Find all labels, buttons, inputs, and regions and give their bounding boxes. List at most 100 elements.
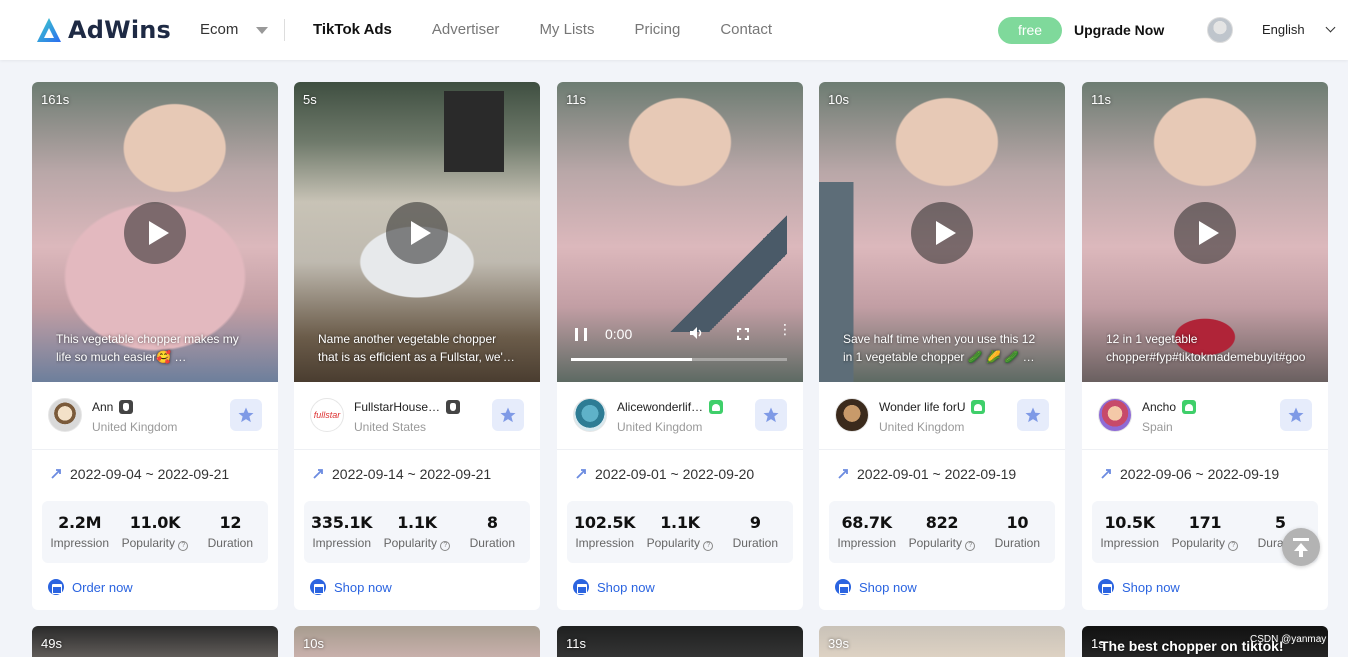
favorite-button[interactable] <box>230 399 262 431</box>
shop-link-label: Order now <box>72 579 133 595</box>
advertiser-country: United Kingdom <box>879 420 965 434</box>
stat-value: 2.2M <box>58 513 102 532</box>
help-icon[interactable]: ? <box>703 541 714 551</box>
fullscreen-icon[interactable] <box>737 328 749 340</box>
advertiser-name[interactable]: Ann <box>92 400 113 414</box>
video-controls: 0:00 ⋮ <box>571 322 793 366</box>
advertiser-name-row: Ann <box>92 400 134 414</box>
shop-icon <box>835 579 851 595</box>
help-icon[interactable]: ? <box>1228 541 1239 551</box>
favorite-button[interactable] <box>492 399 524 431</box>
nav-contact[interactable]: Contact <box>720 21 772 38</box>
brand-name: AdWins <box>68 16 172 44</box>
stat-popularity: 11.0K Popularity ? <box>117 501 192 563</box>
favorite-button[interactable] <box>755 399 787 431</box>
advertiser-country: United States <box>354 420 427 434</box>
stat-impression: 10.5K Impression <box>1092 501 1167 563</box>
stat-label: Impression <box>1100 536 1159 550</box>
favorite-button[interactable] <box>1017 399 1049 431</box>
stat-duration: 10 Duration <box>980 501 1055 563</box>
nav-tiktok-ads[interactable]: TikTok Ads <box>313 21 392 38</box>
stat-value: 102.5K <box>574 513 636 532</box>
shop-link[interactable]: Shop now <box>310 579 392 595</box>
shop-link[interactable]: Shop now <box>835 579 917 595</box>
advertiser-avatar[interactable] <box>573 398 607 432</box>
shop-link[interactable]: Shop now <box>573 579 655 595</box>
shop-icon <box>48 579 64 595</box>
help-icon[interactable]: ? <box>178 541 189 551</box>
video-thumbnail[interactable]: 5s Name another vegetable chopper that i… <box>294 82 540 382</box>
video-duration: 161s <box>41 92 70 107</box>
plan-badge[interactable]: free <box>998 17 1062 44</box>
advertiser-country: United Kingdom <box>617 420 703 434</box>
star-icon <box>763 407 779 423</box>
advertiser-avatar[interactable] <box>1098 398 1132 432</box>
brand-logo[interactable]: AdWins <box>36 16 171 44</box>
nav-divider <box>284 19 285 41</box>
shop-link-label: Shop now <box>597 579 655 595</box>
video-duration: 10s <box>303 636 324 651</box>
advertiser-avatar[interactable] <box>835 398 869 432</box>
ad-card[interactable]: 10s Save half time when you use this 12 … <box>819 82 1065 610</box>
stat-value: 1.1K <box>660 513 700 532</box>
help-icon[interactable]: ? <box>440 541 451 551</box>
play-icon[interactable] <box>124 202 186 264</box>
stat-label: Duration <box>469 536 515 550</box>
stat-value: 335.1K <box>311 513 373 532</box>
help-icon[interactable]: ? <box>965 541 976 551</box>
volume-icon[interactable] <box>689 326 703 340</box>
video-thumbnail[interactable]: 10s Save half time when you use this 12 … <box>819 82 1065 382</box>
stat-label: Duration <box>207 536 253 550</box>
star-icon <box>238 407 254 423</box>
adwins-logo-icon <box>37 18 61 42</box>
player-time: 0:00 <box>605 326 633 342</box>
advertiser-name-row: Ancho <box>1142 400 1197 414</box>
stat-label: Impression <box>575 536 634 550</box>
advertiser-info: Alicewonderlif… United Kingdom <box>557 382 803 450</box>
ad-card[interactable]: 161s This vegetable chopper makes my lif… <box>32 82 278 610</box>
play-icon[interactable] <box>1174 202 1236 264</box>
stat-duration: 8 Duration <box>455 501 530 563</box>
pause-icon[interactable] <box>575 328 587 341</box>
user-avatar[interactable] <box>1207 17 1233 43</box>
category-label: Ecom <box>200 21 239 38</box>
shop-link[interactable]: Order now <box>48 579 133 595</box>
progress-track[interactable] <box>571 358 787 361</box>
shop-link[interactable]: Shop now <box>1098 579 1180 595</box>
shop-link-label: Shop now <box>1122 579 1180 595</box>
nav-my-lists[interactable]: My Lists <box>539 21 594 38</box>
upgrade-now-link[interactable]: Upgrade Now <box>1074 22 1164 38</box>
video-thumbnail[interactable]: 11s 12 in 1 vegetable chopper#fyp#tiktok… <box>1082 82 1328 382</box>
stat-value: 11.0K <box>129 513 181 532</box>
advertiser-name[interactable]: Alicewonderlif… <box>617 400 703 414</box>
video-thumbnail[interactable]: 161s This vegetable chopper makes my lif… <box>32 82 278 382</box>
video-caption: Name another vegetable chopper that is a… <box>318 332 515 364</box>
more-options-icon[interactable]: ⋮ <box>778 322 792 336</box>
play-icon[interactable] <box>386 202 448 264</box>
advertiser-name[interactable]: FullstarHouse… <box>354 400 440 414</box>
advertiser-name[interactable]: Ancho <box>1142 400 1176 414</box>
ad-card-partial[interactable]: 10s <box>294 626 540 657</box>
ad-card[interactable]: 5s Name another vegetable chopper that i… <box>294 82 540 610</box>
ad-card-partial[interactable]: 39s <box>819 626 1065 657</box>
language-selector[interactable]: English <box>1262 22 1336 37</box>
stat-label: Popularity ? <box>117 536 192 551</box>
favorite-button[interactable] <box>1280 399 1312 431</box>
ad-card[interactable]: 11s 0:00 ⋮ Alicewonderlif… United Kingdo… <box>557 82 803 610</box>
advertiser-country: Spain <box>1142 420 1173 434</box>
ad-card-partial[interactable]: 11s <box>557 626 803 657</box>
advertiser-name[interactable]: Wonder life forU <box>879 400 965 414</box>
stats-panel: 102.5K Impression 1.1K Popularity ? 9 Durat… <box>567 501 793 563</box>
category-dropdown[interactable]: Ecom <box>200 21 269 38</box>
nav-advertiser[interactable]: Advertiser <box>432 21 500 38</box>
ad-card-partial[interactable]: 49s <box>32 626 278 657</box>
advertiser-avatar[interactable] <box>48 398 82 432</box>
back-to-top-button[interactable] <box>1282 528 1320 566</box>
stat-value: 8 <box>486 513 498 532</box>
progress-fill <box>571 358 692 361</box>
advertiser-avatar[interactable]: fullstar <box>310 398 344 432</box>
nav-pricing[interactable]: Pricing <box>634 21 680 38</box>
video-player[interactable]: 11s 0:00 ⋮ <box>557 82 803 382</box>
play-icon[interactable] <box>911 202 973 264</box>
video-caption: Save half time when you use this 12 in 1… <box>843 332 1036 364</box>
